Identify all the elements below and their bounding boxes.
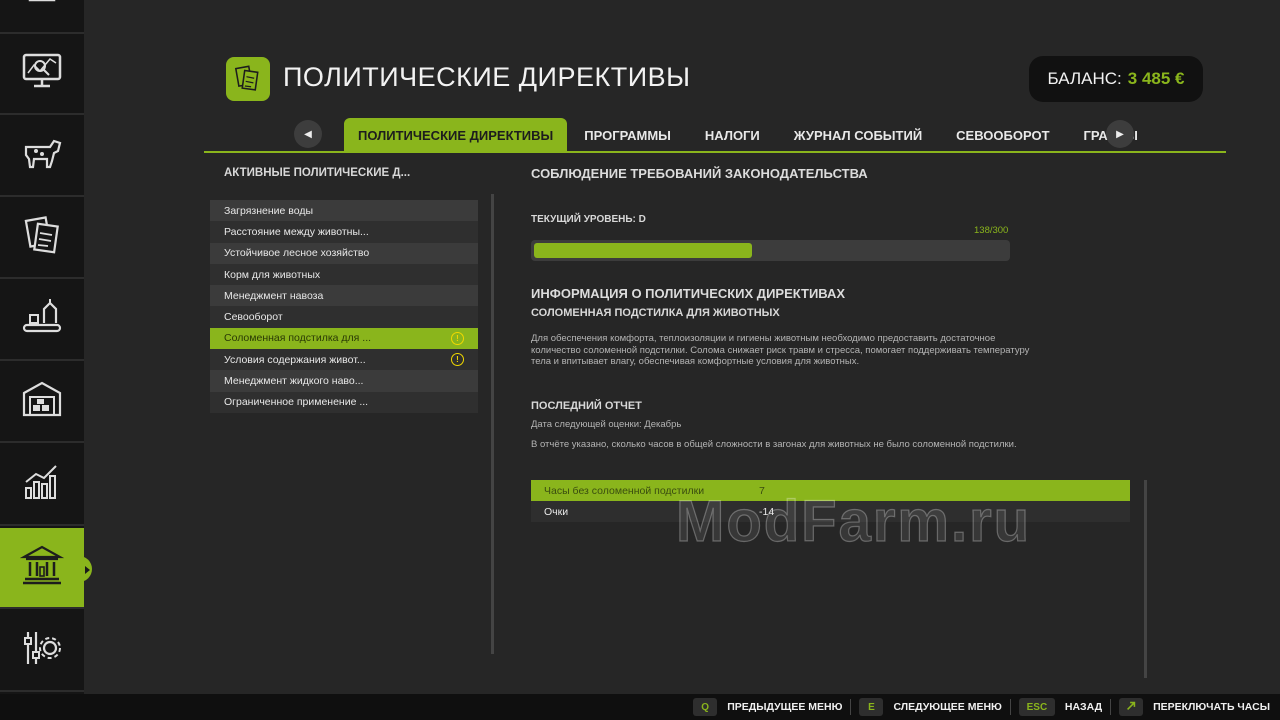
tab-taxes[interactable]: НАЛОГИ [688, 118, 777, 152]
compliance-progress-bar [531, 240, 1010, 261]
policy-item[interactable]: Загрязнение воды [210, 200, 478, 222]
report-row-value: 7 [759, 484, 765, 497]
active-policies-title: АКТИВНЫЕ ПОЛИТИЧЕСКИЕ Д... [224, 167, 411, 179]
report-row-label: Часы без соломенной подстилки [544, 484, 705, 497]
report-note: В отчёте указано, сколько часов в общей … [531, 439, 1017, 450]
hint-label: НАЗАД [1064, 701, 1103, 713]
tab-next-button[interactable]: ▶ [1106, 120, 1134, 148]
report-row-value: -14 [759, 505, 775, 518]
divider [1009, 699, 1011, 715]
production-icon [20, 295, 64, 344]
description-line: Для обеспечения комфорта, теплоизоляции … [531, 333, 996, 344]
policy-item-label: Расстояние между животны... [224, 225, 369, 238]
divider [1110, 699, 1112, 715]
hint-label: ПЕРЕКЛЮЧАТЬ ЧАСЫ [1153, 701, 1270, 713]
progress-value-text: 138/300 [974, 225, 1009, 236]
policy-item[interactable]: Ограниченное применение ... [210, 391, 478, 413]
back-hint[interactable]: ESC НАЗАД [1018, 698, 1103, 716]
government-icon [19, 543, 65, 592]
tab-prev-button[interactable]: ◀ [294, 120, 322, 148]
divider [850, 699, 852, 715]
policy-item-selected[interactable]: Соломенная подстилка для ...! [210, 327, 478, 350]
warning-icon: ! [451, 353, 464, 367]
tab-programs[interactable]: ПРОГРАММЫ [567, 118, 688, 152]
table-row: Очки -14 [531, 501, 1130, 522]
next-evaluation-date: Дата следующей оценки: Декабрь [531, 419, 682, 430]
balance-value: 3 485 € [1127, 69, 1185, 88]
arrow-right-icon: ▶ [1116, 128, 1124, 140]
policy-item[interactable]: Севооборот [210, 306, 478, 328]
policy-item-label: Загрязнение воды [224, 204, 314, 217]
key-clock [1119, 698, 1144, 716]
sidebar-item-statistics[interactable] [0, 445, 84, 526]
tab-bar: ПОЛИТИЧЕСКИЕ ДИРЕКТИВЫ ПРОГРАММЫ НАЛОГИ … [344, 118, 1155, 152]
tab-underline [204, 151, 1226, 153]
info-heading: ИНФОРМАЦИЯ О ПОЛИТИЧЕСКИХ ДИРЕКТИВАХ [531, 286, 846, 301]
key-esc: ESC [1018, 698, 1055, 716]
settings-icon [20, 626, 64, 675]
sidebar-item-animals[interactable] [0, 116, 84, 197]
table-row: Часы без соломенной подстилки 7 [531, 480, 1130, 501]
arrow-left-icon: ◀ [304, 128, 312, 140]
tab-policies[interactable]: ПОЛИТИЧЕСКИЕ ДИРЕКТИВЫ [344, 118, 568, 152]
policy-list: Загрязнение воды Расстояние между животн… [210, 200, 478, 413]
balance-display: БАЛАНС: 3 485 € [1029, 56, 1203, 102]
sidebar-item-contracts[interactable] [0, 198, 84, 279]
hint-label: СЛЕДУЮЩЕЕ МЕНЮ [893, 701, 1002, 713]
compliance-progress-fill [534, 243, 752, 258]
sidebar-item-production[interactable] [0, 280, 84, 361]
sidebar-item-map[interactable] [0, 34, 84, 115]
policy-item-label: Соломенная подстилка для ... [224, 332, 372, 345]
contracts-icon [20, 213, 64, 262]
overview-icon [20, 0, 64, 17]
warning-icon: ! [451, 331, 464, 345]
report-scrollbar[interactable] [1144, 480, 1147, 678]
key-q: Q [693, 698, 718, 716]
policy-item-label: Менеджмент навоза [224, 289, 324, 302]
current-level-label: ТЕКУЩИЙ УРОВЕНЬ: D [531, 214, 646, 225]
policy-item[interactable]: Корм для животных [210, 263, 478, 286]
key-e: E [859, 698, 884, 716]
balance-label: БАЛАНС: [1047, 69, 1122, 88]
hint-label: ПРЕДЫДУЩЕЕ МЕНЮ [727, 701, 843, 713]
policy-description: Для обеспечения комфорта, теплоизоляции … [531, 333, 1091, 368]
sidebar [0, 0, 92, 694]
sidebar-item-overview[interactable] [0, 0, 84, 34]
report-table: Часы без соломенной подстилки 7 Очки -14 [531, 480, 1130, 522]
warehouse-icon [20, 377, 64, 426]
policy-item[interactable]: Устойчивое лесное хозяйство [210, 242, 478, 264]
toggle-clock-hint[interactable]: ПЕРЕКЛЮЧАТЬ ЧАСЫ [1119, 698, 1270, 716]
statistics-icon [20, 460, 64, 509]
tab-crop-rotation[interactable]: СЕВООБОРОТ [939, 118, 1066, 152]
description-line: тела и впитывает влагу, обеспечивая комф… [531, 356, 860, 367]
next-menu-hint[interactable]: E СЛЕДУЮЩЕЕ МЕНЮ [859, 698, 1002, 716]
policy-item[interactable]: Менеджмент навоза [210, 285, 478, 307]
policy-item-label: Ограниченное применение ... [224, 396, 369, 409]
policy-item[interactable]: Менеджмент жидкого наво... [210, 370, 478, 392]
page-title: ПОЛИТИЧЕСКИЕ ДИРЕКТИВЫ [283, 62, 691, 92]
clock-key-icon [1125, 700, 1137, 715]
sidebar-item-government[interactable] [0, 528, 92, 609]
policy-name: СОЛОМЕННАЯ ПОДСТИЛКА ДЛЯ ЖИВОТНЫХ [531, 307, 780, 319]
description-line: количество соломенной подстилки. Солома … [531, 344, 1030, 356]
policy-item-label: Севооборот [224, 311, 283, 324]
policy-item-label: Корм для животных [224, 268, 321, 281]
policy-item[interactable]: Условия содержания живот...! [210, 349, 478, 371]
policy-list-scrollbar[interactable] [491, 194, 494, 654]
policies-header-icon [226, 57, 270, 101]
animals-icon [20, 131, 64, 180]
compliance-heading: СОБЛЮДЕНИЕ ТРЕБОВАНИЙ ЗАКОНОДАТЕЛЬСТВА [531, 166, 868, 181]
map-icon [20, 49, 64, 98]
report-heading: ПОСЛЕДНИЙ ОТЧЕТ [531, 400, 642, 412]
bottom-hint-bar: Q ПРЕДЫДУЩЕЕ МЕНЮ E СЛЕДУЮЩЕЕ МЕНЮ ESC Н… [0, 694, 1280, 720]
sidebar-item-warehouse[interactable] [0, 362, 84, 443]
policy-item-label: Устойчивое лесное хозяйство [224, 247, 370, 260]
report-row-label: Очки [544, 505, 569, 518]
policy-item-label: Менеджмент жидкого наво... [224, 375, 364, 388]
prev-menu-hint[interactable]: Q ПРЕДЫДУЩЕЕ МЕНЮ [693, 698, 842, 716]
policy-item-label: Условия содержания живот... [224, 353, 366, 366]
tab-event-log[interactable]: ЖУРНАЛ СОБЫТИЙ [777, 118, 939, 152]
sidebar-item-settings[interactable] [0, 611, 84, 692]
policy-item[interactable]: Расстояние между животны... [210, 221, 478, 243]
